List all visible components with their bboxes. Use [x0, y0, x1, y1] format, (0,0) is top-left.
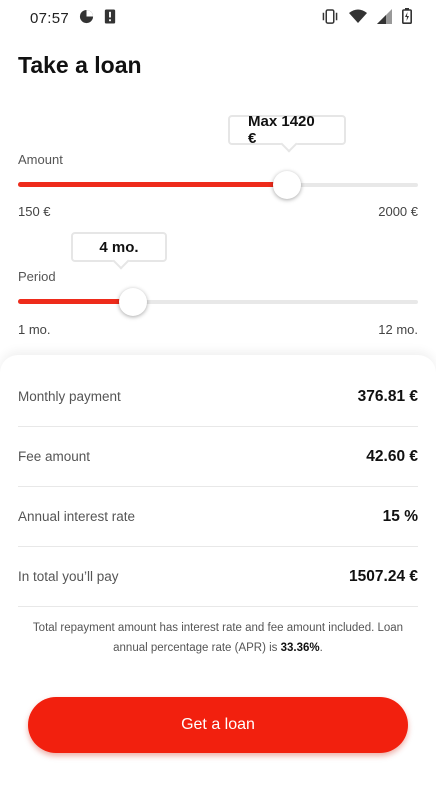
signal-icon	[377, 8, 392, 28]
battery-icon	[402, 8, 412, 28]
summary-row-label: Annual interest rate	[18, 509, 136, 524]
period-slider-fill	[18, 299, 134, 304]
summary-row-value: 15 %	[382, 507, 418, 525]
amount-slider-fill	[18, 182, 288, 187]
loan-config-section: Take a loan Max 1420 € Amount 150 € 2000…	[0, 36, 436, 366]
page-title: Take a loan	[18, 52, 142, 78]
repayment-note-text: Total repayment amount has interest rate…	[32, 622, 404, 654]
summary-row-label: Fee amount	[18, 449, 91, 464]
amount-min-label: 150 €	[18, 204, 51, 219]
period-slider[interactable]	[18, 287, 418, 317]
status-left: 07:57	[30, 8, 116, 28]
summary-row-interest-rate: Annual interest rate 15 %	[18, 487, 418, 547]
status-right	[321, 8, 412, 28]
summary-row-value: 376.81 €	[357, 387, 418, 405]
period-min-label: 1 mo.	[18, 322, 51, 337]
amount-max-label: 2000 €	[378, 204, 418, 219]
apr-value: 33.36%	[280, 642, 320, 654]
amount-slider-thumb[interactable]	[273, 171, 302, 199]
amount-slider[interactable]	[18, 170, 418, 200]
summary-card: Monthly payment 376.81 € Fee amount 42.6…	[0, 355, 436, 800]
repayment-note: Total repayment amount has interest rate…	[30, 618, 406, 658]
amount-tooltip: Max 1420 €	[228, 113, 346, 147]
period-tooltip: 4 mo.	[71, 232, 167, 262]
summary-row-value: 42.60 €	[366, 447, 418, 465]
wifi-icon	[349, 9, 367, 27]
status-bar: 07:57	[0, 0, 436, 36]
summary-row-value: 1507.24 €	[349, 567, 418, 585]
get-loan-button[interactable]: Get a loan	[28, 697, 408, 753]
summary-row-label: Monthly payment	[18, 389, 121, 404]
repayment-note-end: .	[319, 642, 323, 654]
data-saver-icon	[79, 9, 94, 28]
sim-card-icon	[104, 8, 116, 28]
vibrate-icon	[321, 8, 339, 28]
summary-row-label: In total you’ll pay	[18, 569, 119, 584]
summary-row-monthly-payment: Monthly payment 376.81 €	[18, 367, 418, 427]
period-slider-thumb[interactable]	[119, 288, 148, 316]
summary-row-fee-amount: Fee amount 42.60 €	[18, 427, 418, 487]
amount-label: Amount	[18, 152, 63, 167]
status-time: 07:57	[30, 9, 70, 27]
summary-row-total: In total you’ll pay 1507.24 €	[18, 547, 418, 607]
period-max-label: 12 mo.	[378, 322, 418, 337]
period-label: Period	[18, 269, 56, 284]
